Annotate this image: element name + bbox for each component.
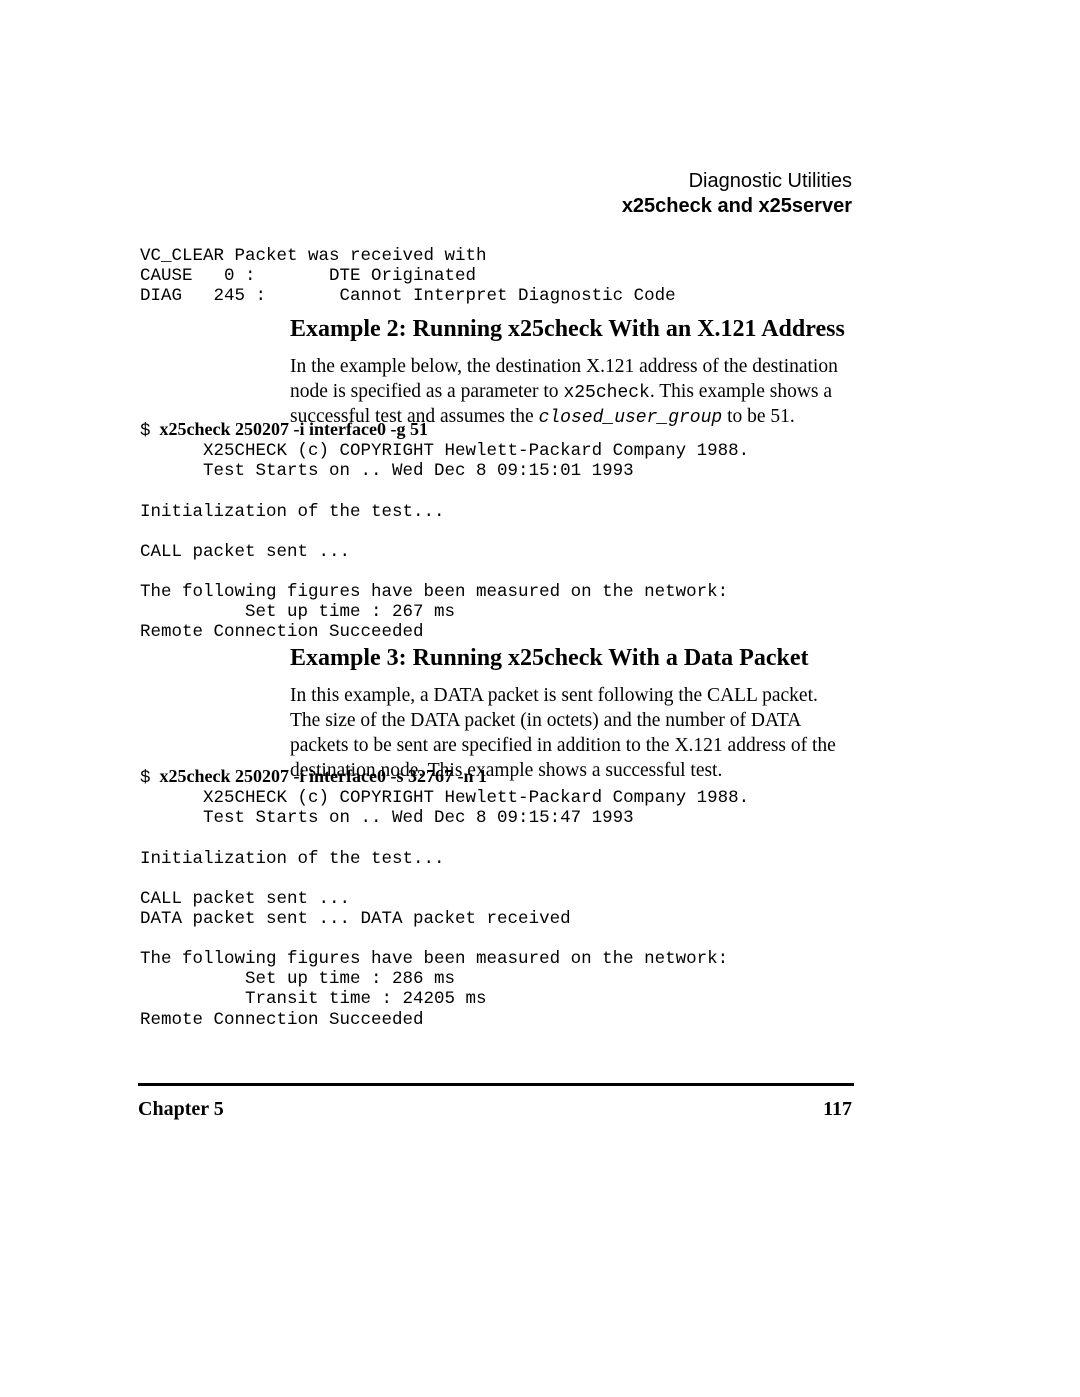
code-block-example-3: $ x25check 250207 -i interface0 -s 32767…	[140, 766, 749, 1030]
para2-inline-code: x25check	[563, 383, 649, 403]
footer-page-number: 117	[823, 1098, 852, 1121]
command-example-2: x25check 250207 -i interface0 -g 51	[151, 419, 428, 439]
page: Diagnostic Utilities x25check and x25ser…	[0, 0, 1080, 1397]
output-example-2: X25CHECK (c) COPYRIGHT Hewlett-Packard C…	[140, 441, 749, 642]
output-example-3: X25CHECK (c) COPYRIGHT Hewlett-Packard C…	[140, 788, 749, 1029]
footer-rule	[138, 1083, 854, 1086]
code-output-vcclear: VC_CLEAR Packet was received with CAUSE …	[140, 246, 676, 306]
heading-example-3: Example 3: Running x25check With a Data …	[290, 645, 808, 672]
header-chapter-title: Diagnostic Utilities	[622, 170, 852, 193]
code-block-example-2: $ x25check 250207 -i interface0 -g 51 X2…	[140, 419, 749, 642]
prompt-dollar: $	[140, 768, 151, 788]
footer-chapter: Chapter 5	[138, 1098, 224, 1121]
header-section-title: x25check and x25server	[622, 195, 852, 218]
prompt-dollar: $	[140, 421, 151, 441]
heading-example-2: Example 2: Running x25check With an X.12…	[290, 316, 845, 343]
running-header: Diagnostic Utilities x25check and x25ser…	[622, 170, 852, 218]
command-example-3: x25check 250207 -i interface0 -s 32767 -…	[151, 766, 487, 786]
